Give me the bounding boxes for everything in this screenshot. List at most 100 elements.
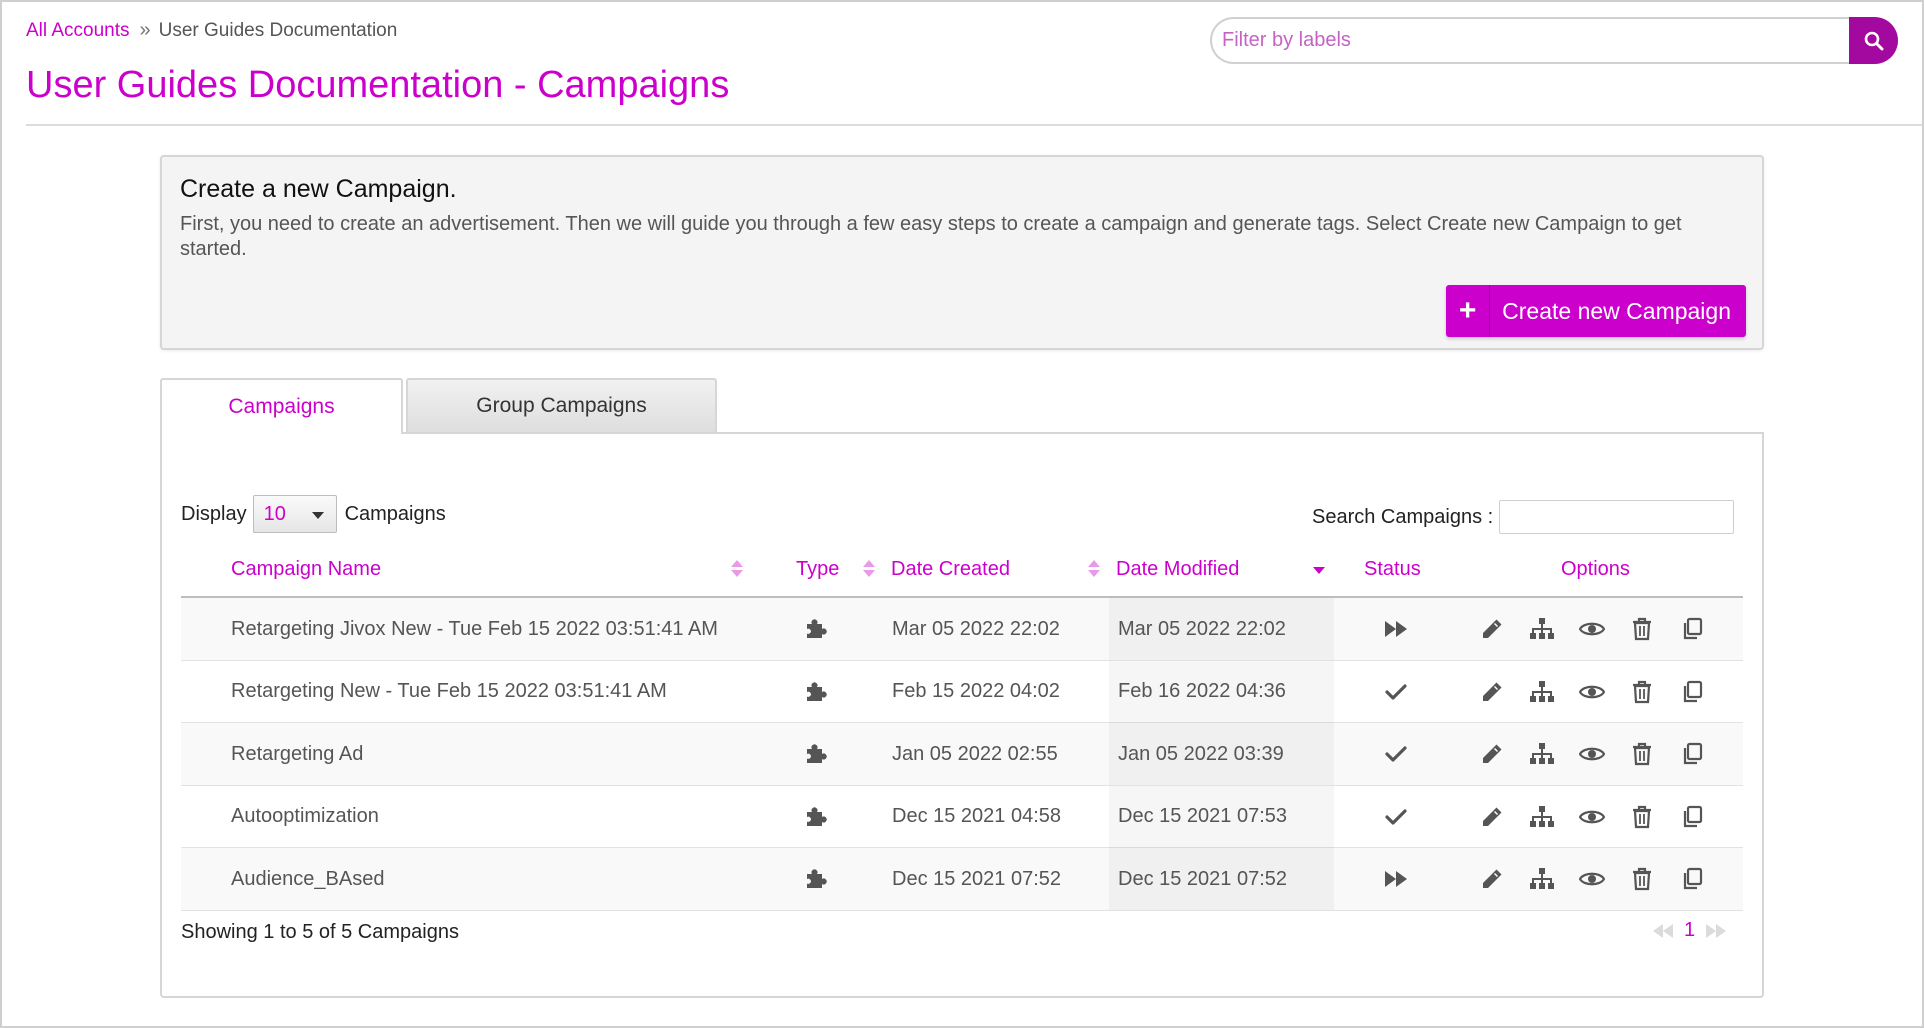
campaign-name-cell[interactable]: Retargeting Jivox New - Tue Feb 15 2022 … [231, 598, 718, 660]
check-icon [1379, 786, 1413, 848]
display-count-value: 10 [263, 502, 286, 525]
create-new-campaign-button[interactable]: + Create new Campaign [1446, 285, 1746, 337]
table-row: Retargeting New - Tue Feb 15 2022 03:51:… [181, 660, 1743, 723]
view-icon[interactable] [1578, 678, 1606, 706]
puzzle-icon [801, 723, 831, 785]
fast-forward-icon [1379, 598, 1413, 660]
campaign-name-cell[interactable]: Retargeting New - Tue Feb 15 2022 03:51:… [231, 661, 667, 723]
breadcrumb-separator: » [139, 19, 151, 41]
create-campaign-title: Create a new Campaign. [180, 175, 457, 203]
hierarchy-icon[interactable] [1528, 803, 1556, 831]
copy-icon[interactable] [1678, 678, 1706, 706]
options-cell [1478, 723, 1706, 785]
date-modified-cell: Dec 15 2021 07:53 [1109, 786, 1334, 848]
filter-search-button[interactable] [1849, 17, 1898, 64]
sort-desc-icon[interactable] [1313, 567, 1325, 574]
check-icon [1379, 723, 1413, 785]
hierarchy-icon[interactable] [1528, 865, 1556, 893]
table-row: Retargeting Jivox New - Tue Feb 15 2022 … [181, 598, 1743, 661]
delete-icon[interactable] [1628, 678, 1656, 706]
date-created-cell: Dec 15 2021 07:52 [892, 867, 1062, 890]
puzzle-icon [801, 661, 831, 723]
check-icon [1379, 661, 1413, 723]
date-created-cell: Mar 05 2022 22:02 [892, 617, 1060, 640]
display-length-control: Display 10 Campaigns [181, 495, 446, 533]
filter-labels-input[interactable] [1210, 17, 1849, 64]
delete-icon[interactable] [1628, 803, 1656, 831]
display-prefix: Display [181, 502, 247, 525]
puzzle-icon [801, 848, 831, 910]
header-divider [26, 124, 1922, 126]
delete-icon[interactable] [1628, 865, 1656, 893]
table-info: Showing 1 to 5 of 5 Campaigns [181, 921, 459, 943]
breadcrumb: All Accounts » User Guides Documentation [26, 19, 397, 42]
view-icon[interactable] [1578, 615, 1606, 643]
puzzle-icon [801, 598, 831, 660]
page-title: User Guides Documentation - Campaigns [26, 64, 730, 106]
display-count-select[interactable]: 10 [252, 495, 337, 533]
tab-group-campaigns[interactable]: Group Campaigns [406, 378, 717, 432]
options-cell [1478, 598, 1706, 660]
create-campaign-card: Create a new Campaign. First, you need t… [160, 155, 1764, 350]
edit-icon[interactable] [1478, 865, 1506, 893]
campaign-name-cell[interactable]: Autooptimization [231, 786, 379, 848]
campaign-name-cell[interactable]: Retargeting Ad [231, 723, 363, 785]
edit-icon[interactable] [1478, 678, 1506, 706]
options-cell [1478, 786, 1706, 848]
table-row: Audience_BAsed Dec 15 2021 07:52 Dec 15 20… [181, 848, 1743, 911]
copy-icon[interactable] [1678, 615, 1706, 643]
view-icon[interactable] [1578, 803, 1606, 831]
campaigns-table: Campaign Name Type Date Created Date Mod… [181, 552, 1743, 911]
tab-campaigns[interactable]: Campaigns [160, 378, 403, 434]
date-modified-cell: Dec 15 2021 07:52 [1109, 848, 1334, 910]
edit-icon[interactable] [1478, 740, 1506, 768]
date-modified-cell: Mar 05 2022 22:02 [1109, 598, 1334, 660]
hierarchy-icon[interactable] [1528, 615, 1556, 643]
view-icon[interactable] [1578, 740, 1606, 768]
breadcrumb-all-accounts-link[interactable]: All Accounts [26, 20, 130, 42]
search-icon [1864, 31, 1883, 50]
options-cell [1478, 848, 1706, 910]
copy-icon[interactable] [1678, 803, 1706, 831]
chevron-down-icon [311, 512, 324, 519]
date-created-cell: Feb 15 2022 04:02 [892, 680, 1060, 702]
col-options: Options [1561, 558, 1630, 580]
sort-icon[interactable] [1088, 560, 1100, 578]
sort-icon[interactable] [731, 560, 743, 578]
date-created-cell: Jan 05 2022 02:55 [892, 742, 1058, 765]
copy-icon[interactable] [1678, 740, 1706, 768]
search-campaigns-input[interactable] [1499, 500, 1735, 534]
table-row: Autooptimization Dec 15 2021 04:58 Dec 15 … [181, 785, 1743, 848]
create-campaign-description: First, you need to create an advertiseme… [180, 213, 1682, 260]
hierarchy-icon[interactable] [1528, 740, 1556, 768]
display-suffix: Campaigns [344, 502, 446, 525]
date-created-cell: Dec 15 2021 04:58 [892, 805, 1062, 827]
campaign-search: Search Campaigns : [1312, 500, 1735, 534]
delete-icon[interactable] [1628, 615, 1656, 643]
create-new-campaign-label: Create new Campaign [1502, 297, 1731, 324]
date-modified-cell: Feb 16 2022 04:36 [1109, 661, 1334, 723]
label-filter [1210, 17, 1898, 64]
edit-icon[interactable] [1478, 803, 1506, 831]
col-date-created[interactable]: Date Created [891, 558, 1010, 581]
campaign-name-cell[interactable]: Audience_BAsed [231, 848, 384, 910]
plus-icon: + [1446, 285, 1491, 337]
delete-icon[interactable] [1628, 740, 1656, 768]
col-date-modified[interactable]: Date Modified [1116, 558, 1239, 581]
date-modified-cell: Jan 05 2022 03:39 [1109, 723, 1334, 785]
col-type[interactable]: Type [796, 558, 839, 581]
table-header: Campaign Name Type Date Created Date Mod… [181, 552, 1743, 598]
page-number[interactable]: 1 [1684, 919, 1695, 942]
copy-icon[interactable] [1678, 865, 1706, 893]
view-icon[interactable] [1578, 865, 1606, 893]
hierarchy-icon[interactable] [1528, 678, 1556, 706]
pagination: 1 [1652, 919, 1727, 942]
table-body: Retargeting Jivox New - Tue Feb 15 2022 … [181, 598, 1743, 911]
fast-forward-icon [1379, 848, 1413, 910]
sort-icon[interactable] [863, 560, 875, 578]
col-campaign-name[interactable]: Campaign Name [231, 558, 381, 581]
fast-forward-icon[interactable] [1705, 923, 1727, 939]
edit-icon[interactable] [1478, 615, 1506, 643]
rewind-icon[interactable] [1652, 923, 1674, 939]
breadcrumb-current: User Guides Documentation [158, 19, 398, 41]
